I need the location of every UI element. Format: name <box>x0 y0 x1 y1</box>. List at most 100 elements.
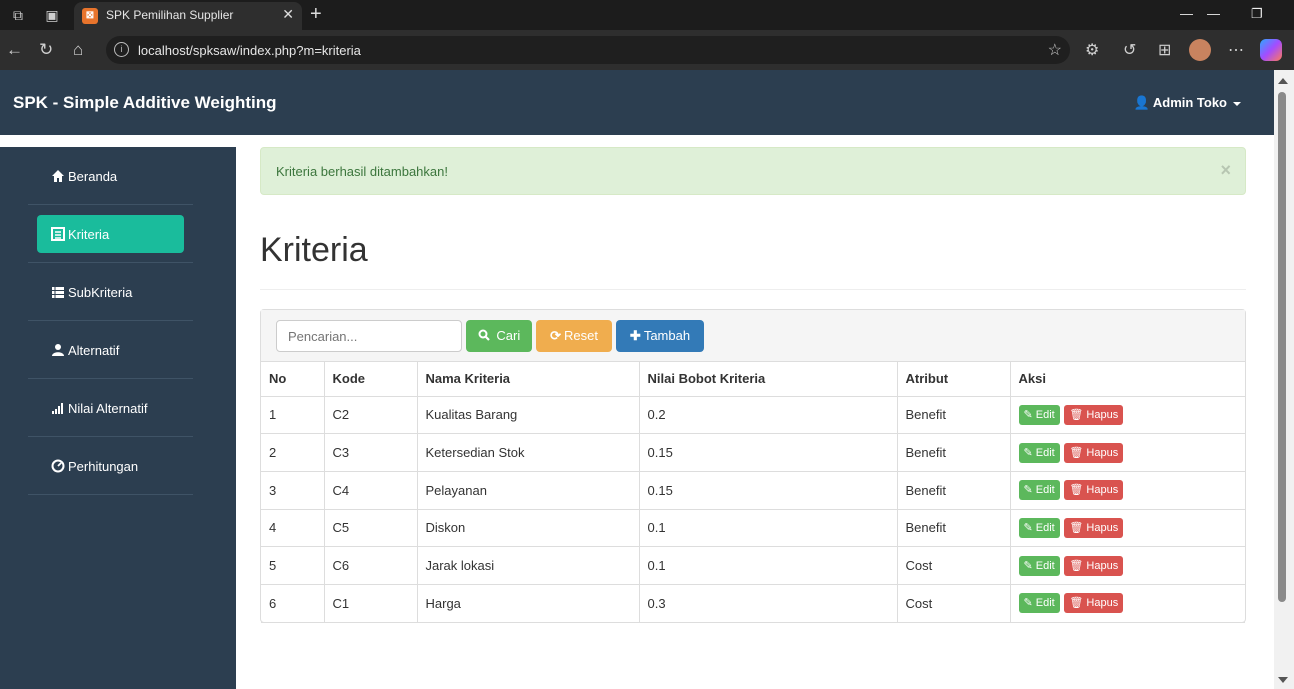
profile-avatar[interactable] <box>1189 39 1211 61</box>
refresh-icon: ⟳ <box>550 328 561 343</box>
trash-icon: 🗑 <box>1069 408 1084 421</box>
sidebar-item-kriteria[interactable]: Kriteria <box>37 215 184 253</box>
browser-tab[interactable]: ⊠ SPK Pemilihan Supplier ✕ <box>74 2 302 30</box>
sidebar-divider <box>28 262 193 263</box>
refresh-icon[interactable]: ↻ <box>39 40 53 60</box>
edit-button[interactable]: ✎ Edit <box>1018 442 1060 463</box>
alert-message: Kriteria berhasil ditambahkan! <box>276 164 448 179</box>
table-row: 5 C6 Jarak lokasi 0.1 Cost ✎ Edit 🗑 Hapu… <box>261 546 1245 585</box>
delete-button[interactable]: 🗑 Hapus <box>1064 480 1124 501</box>
column-header[interactable]: Nilai Bobot Kriteria <box>638 362 898 397</box>
edit-button[interactable]: ✎ Edit <box>1018 593 1060 614</box>
copilot-icon[interactable] <box>1260 39 1282 61</box>
column-header[interactable]: Kode <box>323 362 418 397</box>
cell-no: 1 <box>261 395 325 435</box>
cell-kode: C4 <box>323 470 418 510</box>
workspaces-icon[interactable]: ⧉ <box>10 7 26 23</box>
list-icon <box>51 227 65 241</box>
cell-nama: Harga <box>416 583 640 623</box>
app-brand[interactable]: SPK - Simple Additive Weighting <box>13 93 277 113</box>
address-bar[interactable]: i localhost/spksaw/index.php?m=kriteria … <box>106 36 1070 64</box>
delete-button-label: Hapus <box>1086 446 1119 459</box>
user-menu[interactable]: 👤 Admin Toko <box>1134 95 1241 111</box>
search-button[interactable]: Cari <box>466 320 532 352</box>
delete-button-label: Hapus <box>1086 597 1119 610</box>
delete-button[interactable]: 🗑 Hapus <box>1064 442 1124 463</box>
table-header-row: No Kode Nama Kriteria Nilai Bobot Kriter… <box>261 362 1245 397</box>
sidebar-divider <box>28 320 193 321</box>
delete-button-label: Hapus <box>1086 559 1119 572</box>
delete-button-label: Hapus <box>1086 484 1119 497</box>
panel-toolbar: Cari ⟳Reset ✚Tambah <box>261 310 1245 362</box>
trash-icon: 🗑 <box>1069 446 1084 459</box>
edit-button-label: Edit <box>1035 408 1055 421</box>
cell-kode: C6 <box>323 546 418 585</box>
sidebar-item-subkriteria[interactable]: SubKriteria <box>37 273 184 311</box>
sidebar-item-beranda[interactable]: Beranda <box>37 157 184 195</box>
sidebar-item-nilai-alternatif[interactable]: Nilai Alternatif <box>37 389 184 427</box>
scroll-up-icon[interactable] <box>1278 78 1288 84</box>
column-header[interactable]: Nama Kriteria <box>416 362 640 397</box>
cell-no: 4 <box>261 508 325 548</box>
restore-window-icon[interactable]: ❐ <box>1251 6 1263 22</box>
column-header[interactable]: Atribut <box>896 362 1011 397</box>
edit-button[interactable]: ✎ Edit <box>1018 517 1060 538</box>
sidebar-divider <box>28 378 193 379</box>
sidebar: Beranda Kriteria SubKriteria Alternatif <box>0 147 236 689</box>
edit-button-label: Edit <box>1035 597 1055 610</box>
reset-button[interactable]: ⟳ Reset <box>536 320 612 352</box>
site-info-icon[interactable]: i <box>114 42 129 57</box>
edit-button[interactable]: ✎ Edit <box>1018 480 1060 501</box>
sidebar-item-label: Alternatif <box>68 343 120 358</box>
cell-nama: Ketersedian Stok <box>416 433 640 472</box>
delete-button[interactable]: 🗑 Hapus <box>1064 593 1124 614</box>
history-icon[interactable]: ↺ <box>1123 40 1136 60</box>
alert-close-icon[interactable]: × <box>1220 160 1231 181</box>
caret-down-icon <box>1233 101 1241 106</box>
add-button[interactable]: ✚ Tambah <box>616 320 704 352</box>
edit-icon: ✎ <box>1023 521 1033 534</box>
trash-icon: 🗑 <box>1069 597 1084 610</box>
home-browser-icon[interactable]: ⌂ <box>73 40 83 60</box>
cell-atribut: Benefit <box>896 433 1011 472</box>
edit-button[interactable]: ✎ Edit <box>1018 404 1060 425</box>
search-input[interactable] <box>276 320 462 352</box>
edit-button[interactable]: ✎ Edit <box>1018 555 1060 576</box>
plus-icon: ✚ <box>629 328 641 343</box>
tab-close-icon[interactable]: ✕ <box>282 6 294 23</box>
cell-bobot: 0.15 <box>638 470 898 510</box>
cell-kode: C5 <box>323 508 418 548</box>
new-tab-icon[interactable]: + <box>310 3 322 26</box>
more-menu-icon[interactable]: ⋯ <box>1228 40 1244 60</box>
tab-actions-icon[interactable]: ▣ <box>44 7 60 23</box>
workspace-icon[interactable]: ⊞ <box>1158 40 1171 60</box>
favorite-star-icon[interactable]: ☆ <box>1048 40 1062 60</box>
column-header[interactable]: No <box>261 362 325 397</box>
sidebar-item-perhitungan[interactable]: Perhitungan <box>37 447 184 485</box>
user-icon <box>51 343 65 357</box>
scroll-down-icon[interactable] <box>1278 677 1288 683</box>
page-viewport: SPK - Simple Additive Weighting 👤 Admin … <box>0 70 1294 689</box>
table-row: 1 C2 Kualitas Barang 0.2 Benefit ✎ Edit … <box>261 395 1245 435</box>
cell-aksi: ✎ Edit 🗑 Hapus <box>1009 546 1245 585</box>
cell-nama: Diskon <box>416 508 640 548</box>
user-icon: 👤 <box>1133 95 1150 110</box>
cell-atribut: Cost <box>896 546 1011 585</box>
back-icon[interactable]: ← <box>6 40 23 60</box>
cell-nama: Pelayanan <box>416 470 640 510</box>
scrollbar-thumb[interactable] <box>1278 92 1286 602</box>
extensions-icon[interactable]: ⚙ <box>1085 40 1099 60</box>
page-scrollbar[interactable] <box>1274 70 1294 689</box>
cell-atribut: Benefit <box>896 508 1011 548</box>
sidebar-item-alternatif[interactable]: Alternatif <box>37 331 184 369</box>
kriteria-table: No Kode Nama Kriteria Nilai Bobot Kriter… <box>261 362 1245 623</box>
kriteria-panel: Cari ⟳Reset ✚Tambah No Kode Nama Kr <box>260 309 1246 623</box>
cell-bobot: 0.1 <box>638 508 898 548</box>
delete-button[interactable]: 🗑 Hapus <box>1064 555 1124 576</box>
delete-button[interactable]: 🗑 Hapus <box>1064 517 1124 538</box>
table-row: 3 C4 Pelayanan 0.15 Benefit ✎ Edit 🗑 Hap… <box>261 470 1245 510</box>
minimize-window-icon[interactable]: — <box>1207 6 1220 21</box>
minimize-icon[interactable]: — <box>1180 6 1193 21</box>
delete-button[interactable]: 🗑 Hapus <box>1064 404 1124 425</box>
sidebar-item-label: Perhitungan <box>68 459 139 474</box>
